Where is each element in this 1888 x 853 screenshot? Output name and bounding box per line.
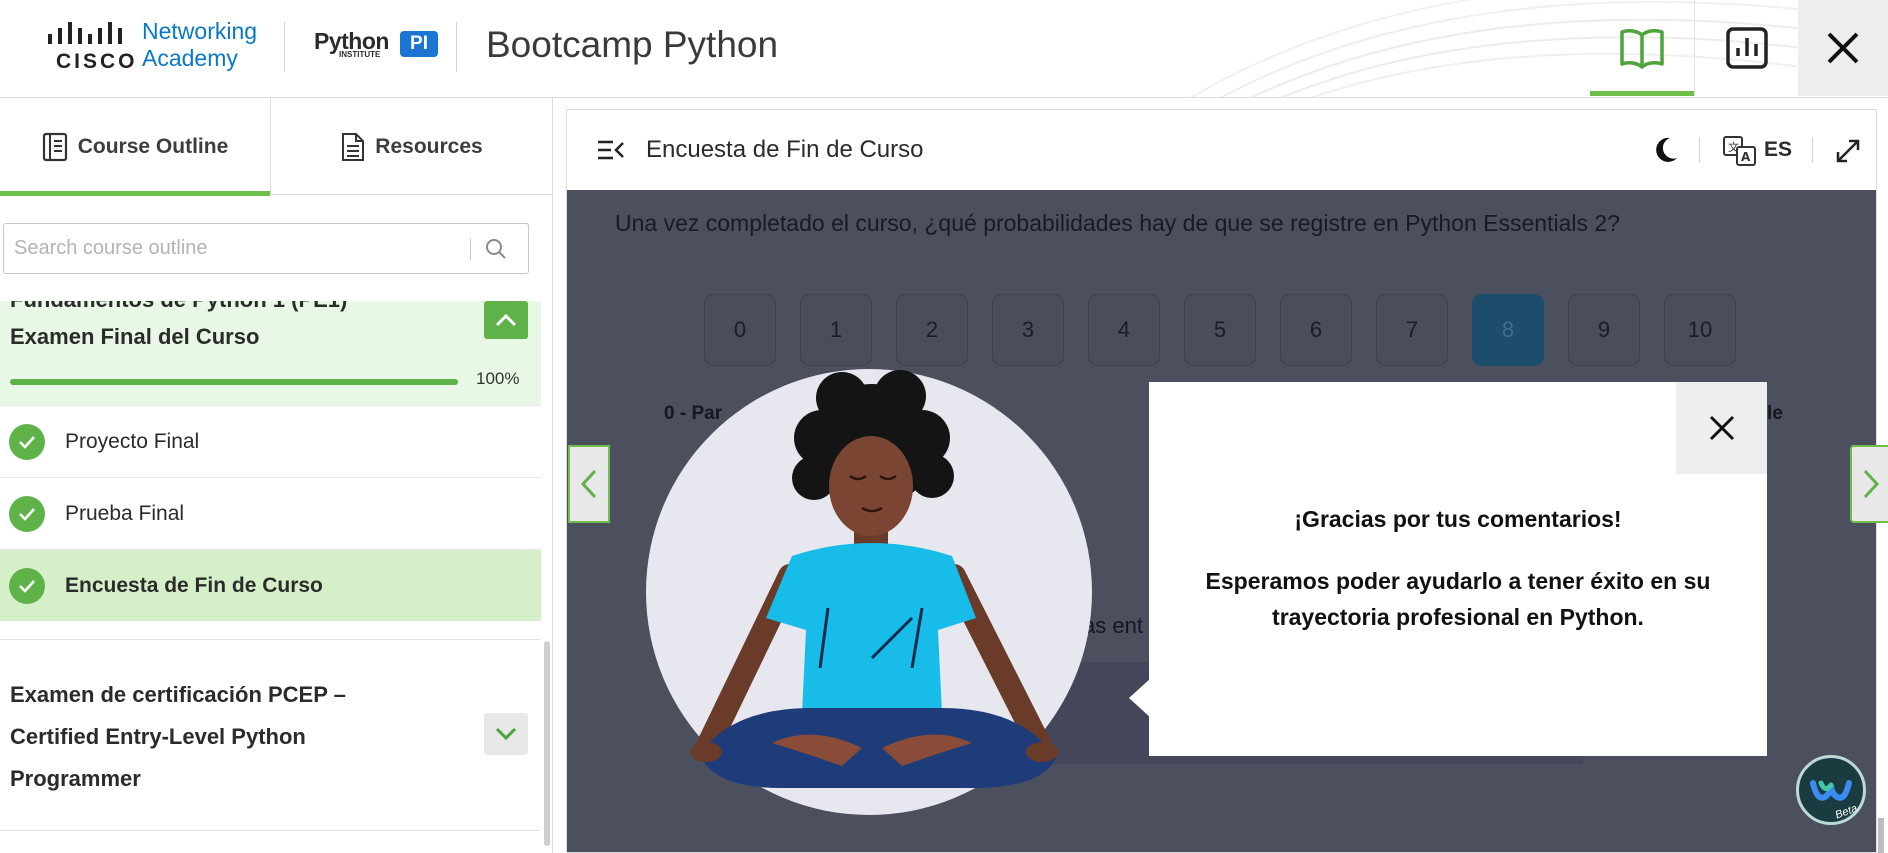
course-sidebar: Course Outline Resources Fundamentos de …	[0, 98, 553, 853]
close-icon	[1709, 415, 1734, 441]
cisco-logo: CISCO	[46, 20, 135, 73]
header-divider	[284, 22, 285, 72]
rating-option[interactable]: 5	[1184, 294, 1256, 366]
progress-stats-button[interactable]	[1694, 0, 1798, 96]
language-label[interactable]: ES	[1764, 138, 1792, 162]
dialog-close-button[interactable]	[1676, 382, 1767, 474]
networking-academy-label: Networking Academy	[142, 18, 257, 72]
rating-option[interactable]: 10	[1664, 294, 1736, 366]
dialog-pointer	[1129, 678, 1151, 718]
tab-course-outline[interactable]: Course Outline	[0, 98, 270, 196]
rating-option[interactable]: 6	[1280, 294, 1352, 366]
meditation-illustration	[646, 369, 1092, 815]
search-input[interactable]	[14, 224, 464, 273]
tab-resources-label: Resources	[375, 134, 483, 158]
sidebar-tabs: Course Outline Resources	[0, 98, 552, 196]
previous-page-button[interactable]	[568, 445, 610, 523]
dialog-message: Esperamos poder ayudarlo a tener éxito e…	[1205, 568, 1711, 630]
lesson-item[interactable]: Prueba Final	[0, 477, 541, 549]
module-header-collapsed[interactable]: Examen de certificación PCEP – Certified…	[0, 639, 541, 831]
page-scrollbar[interactable]	[1878, 818, 1884, 853]
next-page-button[interactable]	[1850, 445, 1888, 523]
search-divider	[470, 238, 471, 260]
translate-icon[interactable]: 文 A	[1723, 136, 1757, 166]
search-icon[interactable]	[484, 237, 508, 261]
rating-option[interactable]: 9	[1568, 294, 1640, 366]
feedback-dialog: ¡Gracias por tus comentarios! Esperamos …	[1129, 382, 1767, 756]
dark-mode-moon-icon[interactable]	[1653, 136, 1679, 164]
page-title: Encuesta de Fin de Curso	[646, 136, 924, 163]
svg-text:A: A	[1741, 150, 1751, 164]
rating-option[interactable]: 4	[1088, 294, 1160, 366]
rating-option-selected[interactable]: 8	[1472, 294, 1544, 366]
module-title: Examen Final del Curso	[10, 324, 260, 349]
chevron-left-icon	[580, 469, 597, 499]
close-icon	[1827, 32, 1859, 64]
rating-option[interactable]: 0	[704, 294, 776, 366]
chevron-right-icon	[1863, 469, 1880, 499]
cisco-wordmark: CISCO	[56, 50, 138, 73]
expand-module-button[interactable]	[484, 713, 528, 755]
tab-resources[interactable]: Resources	[270, 98, 552, 195]
chevron-up-icon	[495, 313, 517, 327]
document-icon	[342, 132, 365, 161]
header-divider	[456, 22, 457, 72]
search-box	[3, 223, 529, 274]
lesson-item[interactable]: Proyecto Final	[0, 405, 541, 477]
sidebar-scrollbar[interactable]	[544, 641, 550, 846]
course-content-button[interactable]	[1590, 0, 1694, 96]
lesson-label: Encuesta de Fin de Curso	[65, 573, 323, 597]
assistant-logo-icon	[1810, 780, 1852, 801]
check-icon	[9, 423, 45, 460]
module-title: Examen de certificación PCEP – Certified…	[10, 682, 346, 791]
lesson-label: Prueba Final	[65, 501, 185, 525]
rating-option[interactable]: 1	[800, 294, 872, 366]
org-line-1: Networking	[142, 18, 258, 44]
tab-course-outline-label: Course Outline	[77, 134, 229, 158]
rating-option[interactable]: 3	[992, 294, 1064, 366]
rating-option[interactable]: 7	[1376, 294, 1448, 366]
check-icon	[9, 567, 45, 604]
collapse-module-button[interactable]	[484, 301, 528, 339]
check-icon	[9, 495, 45, 532]
book-icon	[1620, 29, 1664, 69]
active-indicator	[1590, 91, 1694, 96]
rating-scale: 0 1 2 3 4 5 6 7 8 9 10	[704, 294, 1736, 366]
org-line-2: Academy	[142, 45, 238, 71]
course-outline-list: Fundamentos de Python 1 (PE1) Examen Fin…	[0, 301, 541, 853]
module-progress-bar	[10, 379, 458, 385]
close-course-button[interactable]	[1798, 0, 1888, 96]
assistant-chat-button[interactable]: Beta	[1796, 755, 1866, 825]
python-institute-label: INSTITUTE	[339, 50, 381, 59]
stats-icon	[1725, 27, 1768, 69]
dialog-heading: ¡Gracias por tus comentarios!	[1294, 506, 1622, 532]
survey-question: Una vez completado el curso, ¿qué probab…	[615, 210, 1620, 236]
lesson-label: Proyecto Final	[65, 429, 200, 453]
module-progress-fill	[10, 379, 458, 385]
outline-icon	[42, 132, 67, 161]
scale-high-label: le	[1767, 403, 1783, 424]
chevron-down-icon	[495, 727, 517, 741]
python-pi-badge: PI	[400, 31, 438, 57]
fullscreen-icon[interactable]	[1835, 138, 1861, 164]
content-header: Encuesta de Fin de Curso 文 A ES	[567, 110, 1876, 190]
module-progress-percent: 100%	[476, 369, 520, 388]
header-separator	[1812, 137, 1813, 163]
module-header-active[interactable]: Fundamentos de Python 1 (PE1) Examen Fin…	[0, 301, 541, 405]
header-separator	[1699, 137, 1700, 163]
lesson-item-current[interactable]: Encuesta de Fin de Curso	[0, 549, 541, 621]
app-title: Bootcamp Python	[486, 24, 779, 65]
cisco-bars-icon	[48, 22, 122, 44]
top-header: CISCO Networking Academy Python INSTITUT…	[0, 0, 1888, 98]
collapse-menu-icon[interactable]	[597, 140, 625, 160]
module-parent-title: Fundamentos de Python 1 (PE1)	[10, 301, 347, 313]
rating-option[interactable]: 2	[896, 294, 968, 366]
